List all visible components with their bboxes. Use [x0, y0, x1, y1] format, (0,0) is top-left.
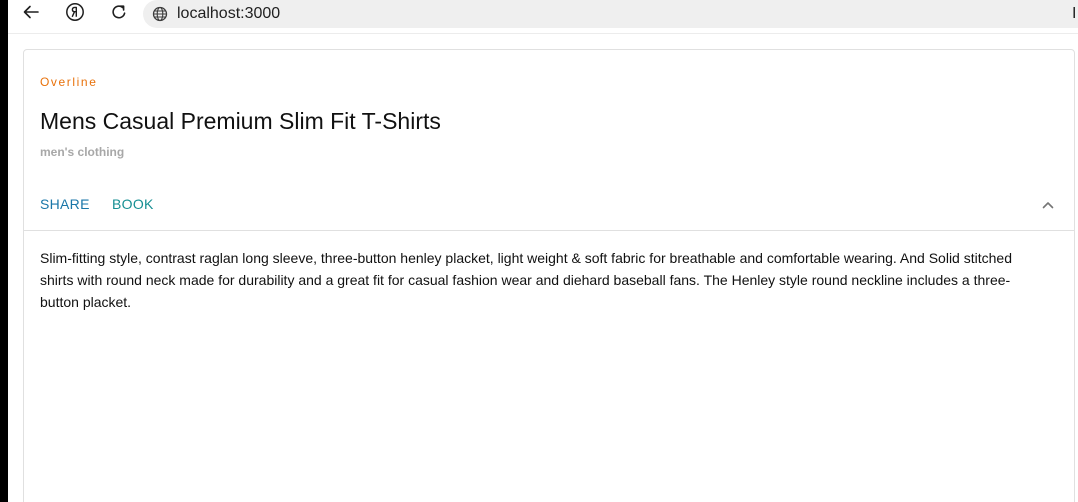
card-divider [24, 230, 1074, 231]
reload-icon [110, 3, 128, 26]
globe-icon [151, 5, 169, 23]
chevron-up-icon [1041, 198, 1055, 217]
card-actions: SHARE BOOK [24, 183, 1074, 231]
product-description: Slim-fitting style, contrast raglan long… [40, 250, 1012, 310]
address-bar[interactable]: localhost:3000 I [143, 0, 1078, 28]
reload-button[interactable] [107, 2, 131, 26]
collapse-button[interactable] [1036, 195, 1060, 219]
back-button[interactable] [19, 2, 43, 26]
product-title: Mens Casual Premium Slim Fit T-Shirts [40, 108, 441, 134]
address-url[interactable]: localhost:3000 [177, 5, 280, 23]
back-arrow-icon [22, 3, 40, 26]
text-cursor: I [1072, 5, 1077, 22]
card-overline: Overline [40, 75, 98, 89]
book-button[interactable]: BOOK [112, 195, 154, 213]
browser-toolbar: localhost:3000 I [8, 0, 1078, 28]
product-card: Overline Mens Casual Premium Slim Fit T-… [23, 49, 1075, 502]
share-button[interactable]: SHARE [40, 195, 90, 213]
product-category: men's clothing [40, 145, 125, 159]
yandex-button[interactable] [63, 2, 87, 26]
window-edge [0, 0, 8, 502]
browser-window: localhost:3000 I Overline Mens Casual Pr… [0, 0, 1078, 502]
yandex-icon [65, 2, 85, 27]
toolbar-divider [8, 33, 1078, 34]
